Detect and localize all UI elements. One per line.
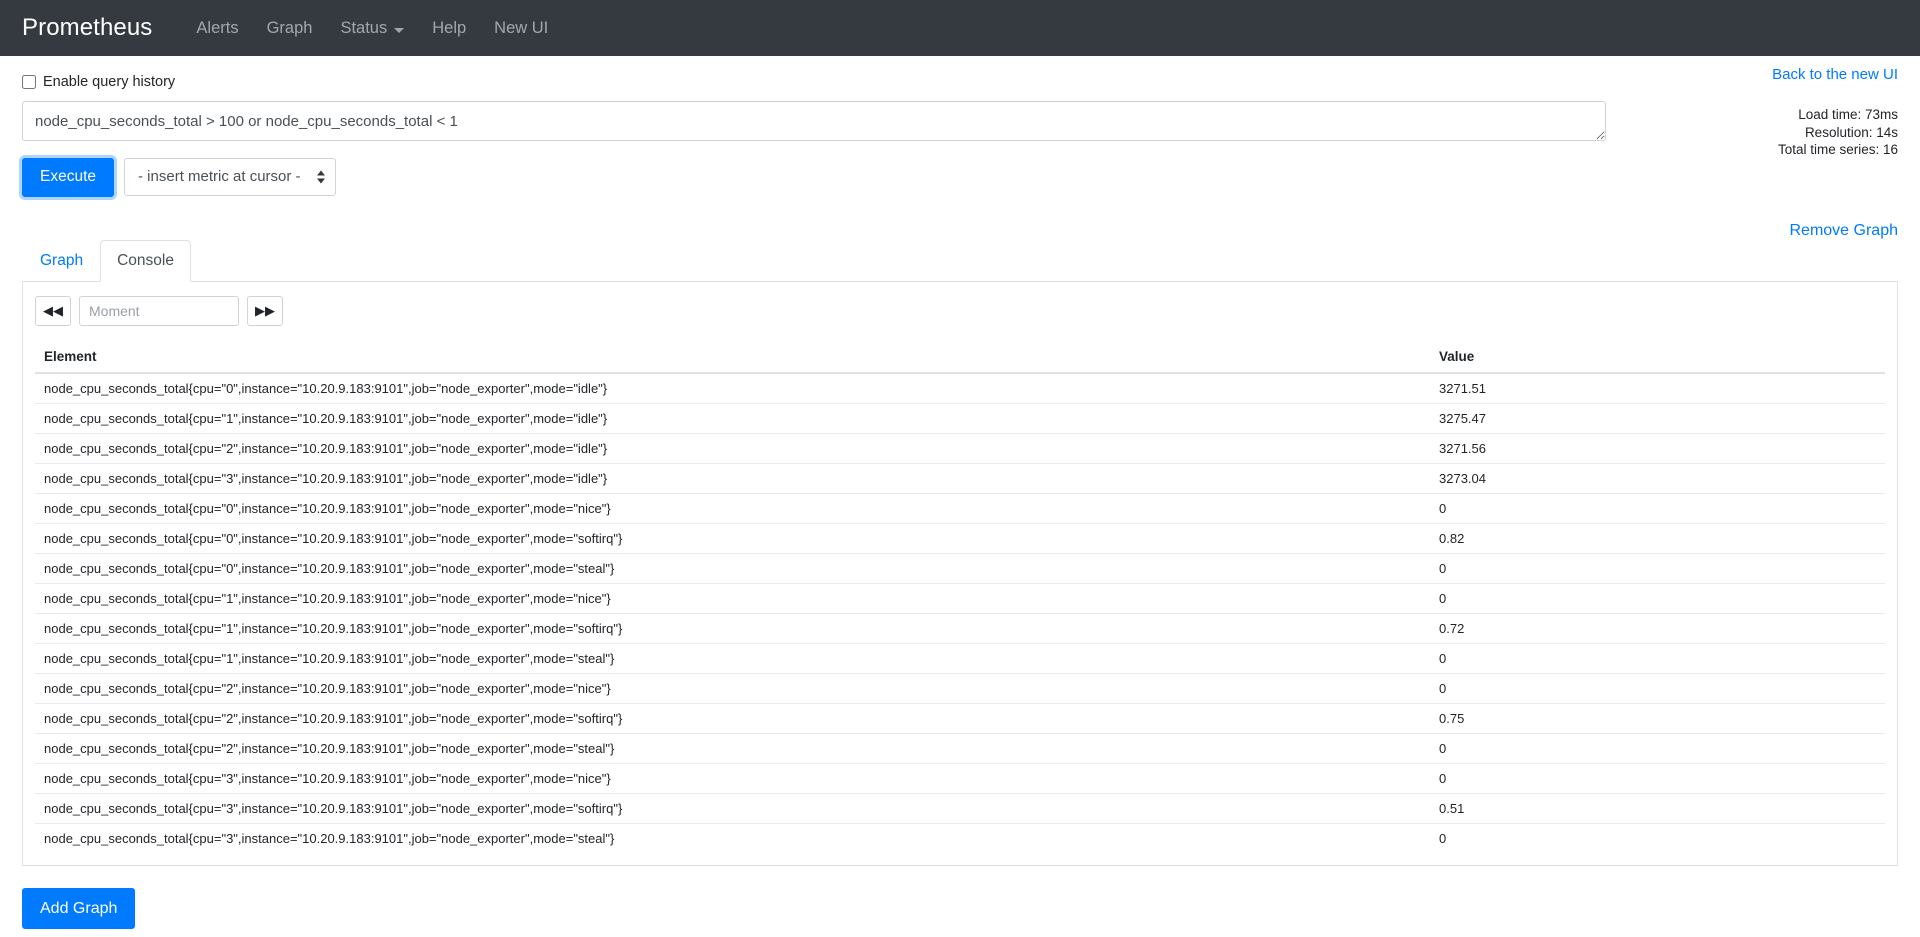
table-row: node_cpu_seconds_total{cpu="3",instance=… bbox=[35, 793, 1885, 823]
cell-value: 0.82 bbox=[1430, 523, 1885, 553]
cell-element: node_cpu_seconds_total{cpu="1",instance=… bbox=[35, 403, 1430, 433]
add-graph-wrapper: Add Graph bbox=[22, 888, 1898, 937]
cell-value: 0 bbox=[1430, 673, 1885, 703]
table-row: node_cpu_seconds_total{cpu="0",instance=… bbox=[35, 493, 1885, 523]
cell-value: 0 bbox=[1430, 553, 1885, 583]
nav-link-label: Help bbox=[432, 19, 466, 38]
table-row: node_cpu_seconds_total{cpu="0",instance=… bbox=[35, 523, 1885, 553]
cell-element: node_cpu_seconds_total{cpu="2",instance=… bbox=[35, 673, 1430, 703]
tabs-wrapper: GraphConsole ◀◀ ▶▶ Element Value node_cp… bbox=[22, 240, 1898, 866]
cell-value: 0 bbox=[1430, 733, 1885, 763]
cell-element: node_cpu_seconds_total{cpu="0",instance=… bbox=[35, 523, 1430, 553]
page-container: Enable query history Execute - insert me… bbox=[0, 56, 1920, 937]
tab-console[interactable]: Console bbox=[100, 240, 191, 282]
expression-input[interactable] bbox=[22, 101, 1606, 141]
cell-element: node_cpu_seconds_total{cpu="3",instance=… bbox=[35, 463, 1430, 493]
moment-input[interactable] bbox=[79, 296, 239, 326]
meta-panel: Back to the new UI Load time: 73ms Resol… bbox=[1538, 66, 1898, 159]
top-navbar: Prometheus Alerts Graph Status Help New UI bbox=[0, 0, 1920, 56]
insert-metric-select[interactable]: - insert metric at cursor - bbox=[124, 158, 336, 196]
cell-value: 3271.51 bbox=[1430, 373, 1885, 404]
step-forward-icon[interactable]: ▶▶ bbox=[247, 296, 283, 326]
cell-element: node_cpu_seconds_total{cpu="0",instance=… bbox=[35, 373, 1430, 404]
add-graph-button[interactable]: Add Graph bbox=[22, 888, 135, 930]
table-row: node_cpu_seconds_total{cpu="1",instance=… bbox=[35, 613, 1885, 643]
table-row: node_cpu_seconds_total{cpu="2",instance=… bbox=[35, 703, 1885, 733]
table-row: node_cpu_seconds_total{cpu="1",instance=… bbox=[35, 583, 1885, 613]
cell-value: 3273.04 bbox=[1430, 463, 1885, 493]
remove-graph-link[interactable]: Remove Graph bbox=[1790, 222, 1899, 240]
tab-graph[interactable]: Graph bbox=[23, 240, 100, 282]
cell-value: 0 bbox=[1430, 583, 1885, 613]
table-row: node_cpu_seconds_total{cpu="3",instance=… bbox=[35, 823, 1885, 853]
cell-element: node_cpu_seconds_total{cpu="0",instance=… bbox=[35, 493, 1430, 523]
table-row: node_cpu_seconds_total{cpu="2",instance=… bbox=[35, 433, 1885, 463]
table-row: node_cpu_seconds_total{cpu="2",instance=… bbox=[35, 733, 1885, 763]
cell-element: node_cpu_seconds_total{cpu="1",instance=… bbox=[35, 583, 1430, 613]
cell-value: 0.72 bbox=[1430, 613, 1885, 643]
column-header-element: Element bbox=[35, 343, 1430, 373]
table-row: node_cpu_seconds_total{cpu="0",instance=… bbox=[35, 373, 1885, 404]
console-panel: ◀◀ ▶▶ Element Value node_cpu_seconds_tot… bbox=[22, 282, 1898, 866]
table-row: node_cpu_seconds_total{cpu="0",instance=… bbox=[35, 553, 1885, 583]
result-table-head: Element Value bbox=[35, 343, 1885, 373]
nav-link-status[interactable]: Status bbox=[326, 11, 418, 46]
table-row: node_cpu_seconds_total{cpu="3",instance=… bbox=[35, 763, 1885, 793]
nav-link-label: Alerts bbox=[196, 19, 238, 38]
cell-element: node_cpu_seconds_total{cpu="2",instance=… bbox=[35, 433, 1430, 463]
query-stats: Load time: 73ms Resolution: 14s Total ti… bbox=[1538, 106, 1898, 159]
chevron-down-icon bbox=[394, 28, 404, 33]
cell-value: 0 bbox=[1430, 763, 1885, 793]
cell-value: 0 bbox=[1430, 643, 1885, 673]
nav-link-alerts[interactable]: Alerts bbox=[182, 11, 252, 46]
resolution-text: Resolution: 14s bbox=[1538, 124, 1898, 142]
table-row: node_cpu_seconds_total{cpu="3",instance=… bbox=[35, 463, 1885, 493]
result-table: Element Value node_cpu_seconds_total{cpu… bbox=[35, 343, 1885, 853]
nav-link-label: New UI bbox=[494, 19, 548, 38]
cell-element: node_cpu_seconds_total{cpu="3",instance=… bbox=[35, 763, 1430, 793]
query-controls: Execute - insert metric at cursor - bbox=[22, 158, 1898, 197]
column-header-value: Value bbox=[1430, 343, 1885, 373]
cell-element: node_cpu_seconds_total{cpu="2",instance=… bbox=[35, 703, 1430, 733]
cell-element: node_cpu_seconds_total{cpu="3",instance=… bbox=[35, 793, 1430, 823]
table-row: node_cpu_seconds_total{cpu="2",instance=… bbox=[35, 673, 1885, 703]
remove-graph-wrapper: Remove Graph bbox=[1790, 222, 1899, 240]
cell-element: node_cpu_seconds_total{cpu="1",instance=… bbox=[35, 643, 1430, 673]
nav-link-graph[interactable]: Graph bbox=[253, 11, 327, 46]
cell-value: 3275.47 bbox=[1430, 403, 1885, 433]
nav-link-label: Status bbox=[340, 19, 387, 38]
nav-link-help[interactable]: Help bbox=[418, 11, 480, 46]
nav-link-label: Graph bbox=[267, 19, 313, 38]
cell-value: 0 bbox=[1430, 493, 1885, 523]
back-to-new-ui-link[interactable]: Back to the new UI bbox=[1772, 66, 1898, 83]
cell-value: 0.51 bbox=[1430, 793, 1885, 823]
nav-link-new-ui[interactable]: New UI bbox=[480, 11, 562, 46]
result-table-body: node_cpu_seconds_total{cpu="0",instance=… bbox=[35, 373, 1885, 853]
cell-element: node_cpu_seconds_total{cpu="0",instance=… bbox=[35, 553, 1430, 583]
navbar-links: Alerts Graph Status Help New UI bbox=[182, 11, 562, 46]
cell-element: node_cpu_seconds_total{cpu="1",instance=… bbox=[35, 613, 1430, 643]
total-time-series-text: Total time series: 16 bbox=[1538, 141, 1898, 159]
table-row: node_cpu_seconds_total{cpu="1",instance=… bbox=[35, 403, 1885, 433]
metric-select-wrapper: - insert metric at cursor - bbox=[124, 158, 336, 196]
enable-query-history-label[interactable]: Enable query history bbox=[43, 74, 175, 90]
execute-button[interactable]: Execute bbox=[22, 158, 114, 197]
tab-list: GraphConsole bbox=[22, 240, 1898, 282]
step-backward-icon[interactable]: ◀◀ bbox=[35, 296, 71, 326]
enable-query-history-checkbox[interactable] bbox=[22, 75, 36, 89]
cell-value: 0 bbox=[1430, 823, 1885, 853]
load-time-text: Load time: 73ms bbox=[1538, 106, 1898, 124]
table-header-row: Element Value bbox=[35, 343, 1885, 373]
brand-prometheus[interactable]: Prometheus bbox=[22, 14, 152, 42]
table-row: node_cpu_seconds_total{cpu="1",instance=… bbox=[35, 643, 1885, 673]
moment-controls: ◀◀ ▶▶ bbox=[35, 296, 1885, 326]
cell-element: node_cpu_seconds_total{cpu="2",instance=… bbox=[35, 733, 1430, 763]
cell-value: 0.75 bbox=[1430, 703, 1885, 733]
cell-value: 3271.56 bbox=[1430, 433, 1885, 463]
cell-element: node_cpu_seconds_total{cpu="3",instance=… bbox=[35, 823, 1430, 853]
